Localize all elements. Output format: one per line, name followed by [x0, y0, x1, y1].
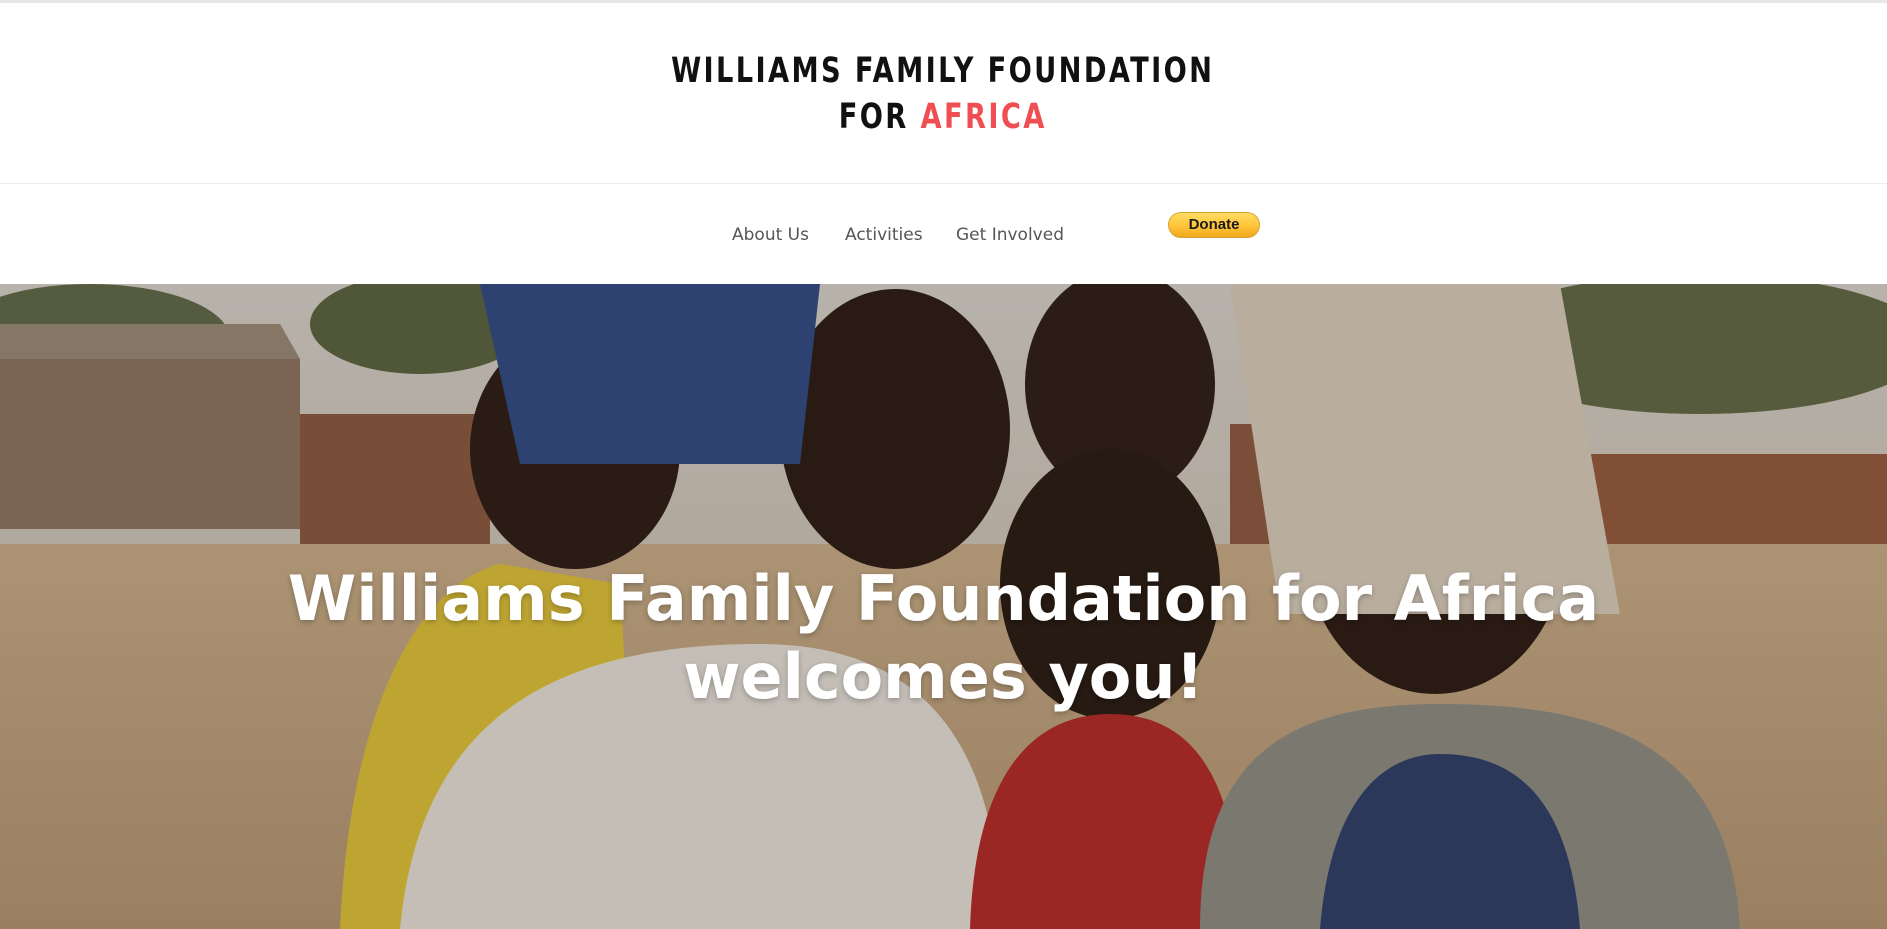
site-title[interactable]: WILLIAMS FAMILY FOUNDATION FOR AFRICA	[207, 48, 1679, 140]
site-title-accent: AFRICA	[920, 97, 1047, 137]
site-title-line2: FOR AFRICA	[207, 94, 1679, 140]
nav-item-about-us[interactable]: About Us	[732, 225, 809, 245]
site-header: WILLIAMS FAMILY FOUNDATION FOR AFRICA	[0, 3, 1887, 184]
site-title-line1: WILLIAMS FAMILY FOUNDATION	[671, 51, 1215, 91]
hero-heading: Williams Family Foundation for Africa we…	[287, 562, 1600, 713]
nav-item-activities[interactable]: Activities	[845, 225, 923, 245]
main-navigation: About Us Activities Get Involved Donate	[0, 184, 1887, 284]
hero-banner: Williams Family Foundation for Africa we…	[0, 284, 1887, 929]
donate-button[interactable]: Donate	[1168, 212, 1260, 238]
site-title-prefix: FOR	[838, 97, 909, 137]
nav-item-get-involved[interactable]: Get Involved	[956, 225, 1064, 245]
